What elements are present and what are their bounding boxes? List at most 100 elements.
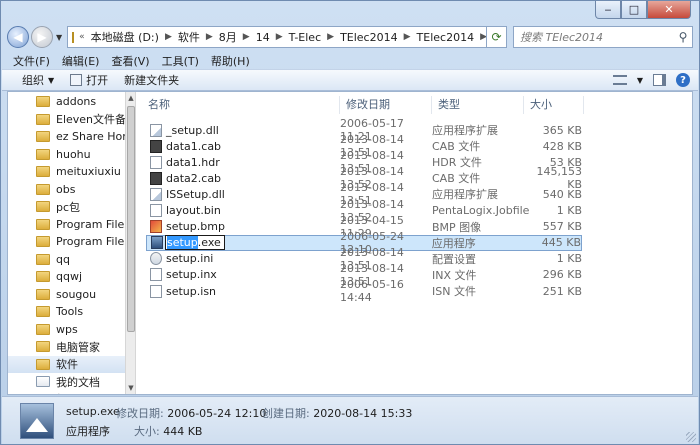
tree-item[interactable]: qqwj [8,268,125,286]
preview-pane-icon[interactable] [653,74,666,86]
file-type: CAB 文件 [432,140,481,154]
file-name-cell: setup.bmp [146,220,340,234]
menu-edit[interactable]: 编辑(E) [56,53,106,69]
organize-button[interactable]: 组织 ▼ [14,72,62,88]
recent-pages-dropdown[interactable]: ▼ [56,33,62,42]
tree-item[interactable]: 新ahs [8,391,125,394]
address-bar[interactable]: « 本地磁盘 (D:) ▶ 软件 ▶ 8月 ▶ 14 ▶ T-Elec ▶ TElec20… [67,26,487,48]
view-controls: ▼ ? [612,73,698,87]
search-input[interactable]: 搜索 TElec2014 ⚲ [513,26,693,48]
file-type: 应用程序 [431,236,476,250]
minimize-button[interactable]: ‒ [595,1,621,19]
open-button[interactable]: 打开 [62,72,116,88]
folder-icon [36,148,50,160]
folder-icon [36,183,50,195]
tree-item[interactable]: huohu [8,146,125,164]
tree-item[interactable]: Program Files [8,233,125,251]
tree-item-label: Eleven文件备份 [56,113,125,127]
chevron-right-icon[interactable]: ▶ [478,32,486,42]
file-type: 配置设置 [432,252,476,266]
breadcrumb-drive[interactable]: 本地磁盘 (D:) [87,29,163,45]
address-overflow[interactable]: « [77,32,87,42]
navigation-scrollbar[interactable]: ▲ ▼ [125,92,136,394]
chevron-right-icon[interactable]: ▶ [163,32,174,42]
breadcrumb-telec2014-current[interactable]: TElec2014 [413,31,479,44]
navigation-pane: addons Eleven文件备份 ez Share Hom huohu meituxi… [8,92,125,394]
created-label: 创建日期: [262,407,310,420]
tree-item[interactable]: 电脑管家 [8,338,125,356]
file-size: 1 KB [556,204,582,217]
search-icon[interactable]: ⚲ [674,30,692,44]
column-type[interactable]: 类型 [432,96,524,114]
file-type: INX 文件 [432,268,477,282]
open-icon [70,74,83,86]
breadcrumb-software[interactable]: 软件 [174,29,204,45]
tree-item[interactable]: 我的文档 [8,373,125,391]
menu-help[interactable]: 帮助(H) [205,53,256,69]
chevron-right-icon[interactable]: ▶ [402,32,413,42]
chevron-right-icon[interactable]: ▶ [241,32,252,42]
folder-icon [36,131,50,143]
file-name-cell: data1.cab [146,139,340,153]
tree-item-label: sougou [56,287,97,301]
exe-file-icon [20,403,54,439]
tree-item[interactable]: wps [8,321,125,339]
column-date[interactable]: 修改日期 [340,96,432,114]
scroll-down-icon[interactable]: ▼ [126,382,136,394]
change-view-icon[interactable] [612,75,627,85]
file-size: 296 KB [542,268,582,282]
folder-icon [36,271,50,283]
scrollbar-thumb[interactable] [127,106,135,332]
tree-item[interactable]: addons [8,93,125,111]
caption-buttons: ‒ □ ✕ [595,1,691,19]
tree-item-label: ez Share Hom [56,130,125,144]
column-header: 名称 修改日期 类型 大小 [142,95,584,115]
cab-file-icon [150,139,162,153]
breadcrumb-telec2014[interactable]: TElec2014 [336,31,402,44]
resize-grip[interactable] [686,432,696,442]
forward-button[interactable]: ▶ [31,26,53,48]
help-icon[interactable]: ? [676,73,690,87]
chevron-right-icon[interactable]: ▶ [274,32,285,42]
tree-item[interactable]: Eleven文件备份 [8,111,125,129]
file-type: PentaLogix.Jobfile [432,204,529,217]
column-size[interactable]: 大小 [524,96,584,114]
tree-item[interactable]: obs [8,181,125,199]
tree-item-label: wps [56,322,78,336]
refresh-icon[interactable]: ⟳ [487,26,507,48]
menu-tools[interactable]: 工具(T) [156,53,205,69]
tree-item[interactable]: 软件 [8,355,125,373]
chevron-right-icon[interactable]: ▶ [204,32,215,42]
folder-icon [36,236,50,248]
menu-view[interactable]: 查看(V) [105,53,155,69]
tree-item[interactable]: sougou [8,286,125,304]
folder-icon [36,341,50,353]
new-folder-button[interactable]: 新建文件夹 [116,72,187,88]
column-name[interactable]: 名称 [142,96,340,114]
breadcrumb-telec[interactable]: T-Elec [285,31,326,44]
tree-item[interactable]: qq [8,251,125,269]
menu-file[interactable]: 文件(F) [7,53,56,69]
scroll-up-icon[interactable]: ▲ [126,92,136,104]
breadcrumb-14[interactable]: 14 [252,31,274,44]
back-button[interactable]: ◀ [7,26,29,48]
maximize-button[interactable]: □ [621,1,647,19]
tree-item[interactable]: Program Files [8,216,125,234]
size-label: 大小: [134,425,160,438]
breadcrumb-august[interactable]: 8月 [215,29,241,45]
tree-item[interactable]: pc包 [8,198,125,216]
chevron-down-icon[interactable]: ▼ [637,76,643,85]
tree-item[interactable]: ez Share Hom [8,128,125,146]
file-name: setup.inx [166,268,217,282]
tree-item[interactable]: Tools [8,303,125,321]
tree-item[interactable]: meituxiuxiu [8,163,125,181]
folder-icon [36,288,50,300]
folder-icon [36,358,50,370]
rename-extension-text: .exe [197,236,221,250]
file-row[interactable]: setup.isn 2006-05-16 14:44 ISN 文件 251 KB [146,278,582,304]
file-name: setup.isn [166,284,217,298]
file-type: ISN 文件 [432,285,476,298]
close-button[interactable]: ✕ [647,1,691,19]
rename-input[interactable]: setup .exe [165,235,225,251]
chevron-right-icon[interactable]: ▶ [325,32,336,42]
